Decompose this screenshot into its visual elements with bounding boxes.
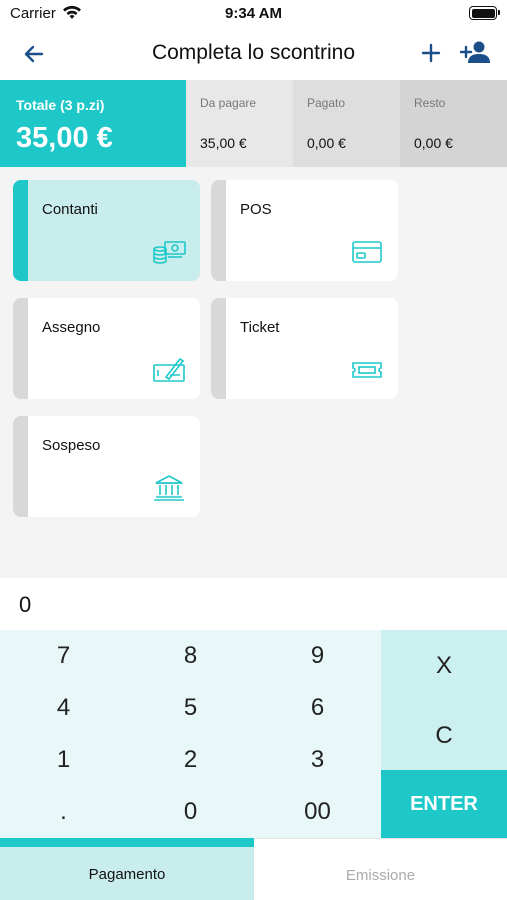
payment-methods-area: Contanti POS Assegno Ticket Sospeso [0,167,507,578]
add-icon[interactable] [417,39,445,67]
change-label: Resto [414,96,446,110]
key-5[interactable]: 5 [127,682,254,734]
change-value: 0,00 € [414,135,453,151]
key-6[interactable]: 6 [254,682,381,734]
add-customer-icon[interactable] [460,38,492,68]
selection-stripe [211,180,226,281]
payment-method-label: Ticket [240,319,280,336]
selection-stripe [13,180,28,281]
payment-method-label: Contanti [42,201,98,218]
paid-cell: Pagato 0,00 € [293,80,400,167]
key-decimal[interactable]: . [0,786,127,838]
key-3[interactable]: 3 [254,734,381,786]
to-pay-value: 35,00 € [200,135,247,151]
cheque-icon [153,357,185,382]
enter-button[interactable]: ENTER [381,770,507,838]
payment-method-suspended[interactable]: Sospeso [13,416,200,517]
paid-value: 0,00 € [307,135,346,151]
cash-icon [153,241,186,264]
key-8[interactable]: 8 [127,630,254,682]
totals-bar: Totale (3 p.zi) 35,00 € Da pagare 35,00 … [0,80,507,167]
status-bar: Carrier 9:34 AM [0,0,507,28]
amount-value: 0 [19,592,32,617]
payment-method-pos[interactable]: POS [211,180,398,281]
amount-display: 0 [0,578,507,630]
paid-label: Pagato [307,96,346,110]
key-7[interactable]: 7 [0,630,127,682]
to-pay-label: Da pagare [200,96,257,110]
tab-issuing[interactable]: Emissione [254,838,507,900]
change-cell: Resto 0,00 € [400,80,507,167]
payment-method-ticket[interactable]: Ticket [211,298,398,399]
clear-button[interactable]: C [381,710,507,762]
payment-method-cheque[interactable]: Assegno [13,298,200,399]
payment-method-label: Assegno [42,319,101,336]
bottom-tabs: Pagamento Emissione [0,838,507,900]
key-00[interactable]: 00 [254,786,381,838]
navigation-bar: Completa lo scontrino [0,28,507,80]
payment-method-label: Sospeso [42,437,101,454]
tab-payment[interactable]: Pagamento [0,838,254,900]
to-pay-cell: Da pagare 35,00 € [186,80,293,167]
key-9[interactable]: 9 [254,630,381,682]
selection-stripe [211,298,226,399]
battery-icon [469,6,500,20]
total-label: Totale (3 p.zi) [16,97,105,113]
selection-stripe [13,416,28,517]
key-1[interactable]: 1 [0,734,127,786]
clear-all-button[interactable]: X [381,640,507,692]
numeric-keypad: 7 8 9 4 5 6 1 2 3 . 0 00 [0,630,381,838]
total-value: 35,00 € [16,122,113,154]
credit-card-icon [352,241,382,263]
key-0[interactable]: 0 [127,786,254,838]
ticket-icon [352,362,382,378]
payment-method-cash[interactable]: Contanti [13,180,200,281]
bank-icon [154,475,184,501]
payment-method-label: POS [240,201,272,218]
total-summary: Totale (3 p.zi) 35,00 € [0,80,186,167]
clock: 9:34 AM [225,5,282,22]
key-4[interactable]: 4 [0,682,127,734]
selection-stripe [13,298,28,399]
key-2[interactable]: 2 [127,734,254,786]
